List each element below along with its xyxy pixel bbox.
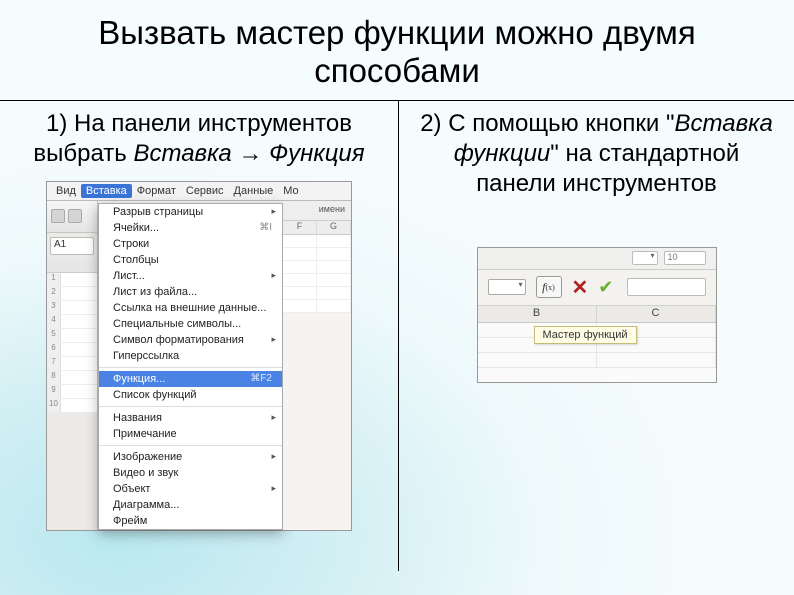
fx-button[interactable]: f(x) <box>536 276 562 298</box>
accept-icon[interactable]: ✔ <box>598 277 613 298</box>
column-right: 2) С помощью кнопки "Вставка функции" на… <box>398 101 794 571</box>
page-title: Вызвать мастер функции можно двумя спосо… <box>0 0 794 100</box>
dd-rows[interactable]: Строки <box>99 236 282 252</box>
separator <box>99 367 282 368</box>
dd-cells[interactable]: Ячейки...⌘I <box>99 220 282 236</box>
dd-video-audio[interactable]: Видео и звук <box>99 465 282 481</box>
fx-sub: (x) <box>546 283 555 292</box>
toolbar-strip <box>47 201 97 233</box>
right-desc-pre: 2) С помощью кнопки " <box>420 110 674 137</box>
dd-names[interactable]: Названия <box>99 410 282 426</box>
toolbar-icon[interactable] <box>68 209 82 223</box>
fx-tooltip: Мастер функций <box>534 326 637 344</box>
dd-chart[interactable]: Диаграмма... <box>99 497 282 513</box>
menu-format[interactable]: Формат <box>132 184 181 198</box>
top-strip: 10 <box>478 248 716 270</box>
dd-sheet[interactable]: Лист... <box>99 268 282 284</box>
insert-dropdown: Разрыв страницы Ячейки...⌘I Строки Столб… <box>98 203 283 530</box>
dd-special-chars[interactable]: Специальные символы... <box>99 316 282 332</box>
name-box[interactable]: A1 <box>50 237 94 255</box>
dd-formatting-mark[interactable]: Символ форматирования <box>99 332 282 348</box>
cancel-icon[interactable]: ✕ <box>572 275 589 300</box>
font-size-input[interactable]: 10 <box>664 251 706 265</box>
menu-view[interactable]: Вид <box>51 184 81 198</box>
grid <box>283 235 351 313</box>
dd-object[interactable]: Объект <box>99 481 282 497</box>
dd-comment[interactable]: Примечание <box>99 426 282 442</box>
right-description: 2) С помощью кнопки "Вставка функции" на… <box>417 109 776 199</box>
dd-sheet-from-file[interactable]: Лист из файла... <box>99 284 282 300</box>
toolbar-icon[interactable] <box>51 209 65 223</box>
formula-input[interactable] <box>627 278 705 296</box>
left-desc-italic: Вставка → Функция <box>133 140 364 167</box>
col-header[interactable]: C <box>597 306 716 322</box>
content-columns: 1) На панели инструментов выбрать Вставк… <box>0 100 794 571</box>
screenshot-insert-menu: Вид Вставка Формат Сервис Данные Mo A1 1 <box>46 181 352 531</box>
dd-function[interactable]: Функция...⌘F2 <box>99 371 282 387</box>
column-headers: B C <box>478 306 716 323</box>
name-label: имени <box>283 201 351 221</box>
col-header[interactable]: G <box>317 221 351 234</box>
left-gutter: A1 1 2 3 4 5 6 7 8 9 10 <box>47 201 98 530</box>
screenshot-fx-button: 10 f(x) ✕ ✔ B C Мастер функций <box>477 247 717 383</box>
separator <box>99 445 282 446</box>
dd-page-break[interactable]: Разрыв страницы <box>99 204 282 220</box>
dd-hyperlink[interactable]: Гиперссылка <box>99 348 282 364</box>
menu-tools[interactable]: Сервис <box>181 184 229 198</box>
col-header[interactable]: B <box>478 306 597 322</box>
menu-data[interactable]: Данные <box>229 184 279 198</box>
cell-reference-selector[interactable] <box>488 279 526 295</box>
dd-external-link[interactable]: Ссылка на внешние данные... <box>99 300 282 316</box>
col-header[interactable]: F <box>283 221 317 234</box>
sheet-rows-gutter: 1 2 3 4 5 6 7 8 9 10 <box>47 259 97 413</box>
separator <box>99 406 282 407</box>
menubar: Вид Вставка Формат Сервис Данные Mo <box>47 182 351 201</box>
formula-row: f(x) ✕ ✔ <box>478 270 716 306</box>
dd-function-list[interactable]: Список функций <box>99 387 282 403</box>
dd-columns[interactable]: Столбцы <box>99 252 282 268</box>
column-headers: F G <box>283 221 351 235</box>
dd-frame[interactable]: Фрейм <box>99 513 282 529</box>
menu-mo[interactable]: Mo <box>278 184 303 198</box>
left-description: 1) На панели инструментов выбрать Вставк… <box>18 109 380 169</box>
font-selector[interactable] <box>632 251 658 265</box>
column-left: 1) На панели инструментов выбрать Вставк… <box>0 101 398 571</box>
dd-image[interactable]: Изображение <box>99 449 282 465</box>
sheet-right: имени F G <box>283 201 351 530</box>
menu-insert[interactable]: Вставка <box>81 184 132 198</box>
